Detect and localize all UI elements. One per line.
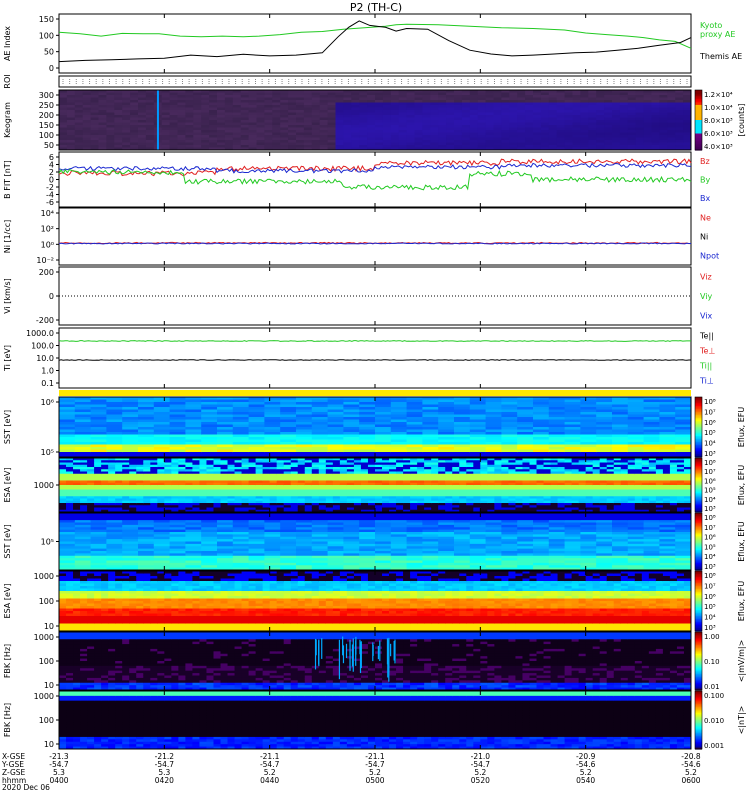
sst_i-colorbar-tick: 10⁸ — [704, 398, 716, 406]
keogram-spectrogram — [59, 90, 692, 151]
keogram-colorbar-tick: 1.2×10⁴ — [704, 91, 733, 99]
ae-ytick-label: 150 — [39, 15, 54, 24]
velocity-legend: Viy — [700, 292, 713, 301]
ae-legend-themis: Themis AE — [699, 52, 742, 61]
temperature-legend: Te⊥ — [699, 347, 715, 356]
sst_i-ytick-label: 10⁶ — [41, 398, 54, 407]
keogram-colorbar-tick: 1.0×10⁴ — [704, 104, 733, 112]
sst_i-colorbar-tick: 10³ — [704, 450, 716, 458]
temperature-ytick-label: 1000.0 — [26, 329, 54, 338]
temperature-ytick-label: 100.0 — [31, 342, 54, 351]
keogram-colorbar-tick: 8.0×10³ — [704, 117, 733, 125]
temperature-ylabel: Ti [eV] — [3, 345, 12, 372]
velocity-legend: Viz — [700, 273, 712, 282]
temperature-legend: Ti|| — [699, 362, 712, 371]
sst_i-colorbar-tick: 10⁴ — [704, 440, 716, 448]
sst_i-colorbar-tick: 10⁶ — [704, 419, 716, 427]
velocity-ylabel: Vi [km/s] — [3, 278, 12, 314]
sst_i-spectrogram — [59, 397, 692, 458]
density-frame — [58, 207, 692, 266]
density-ytick-label: 10² — [41, 225, 54, 234]
velocity-legend: Vix — [700, 311, 713, 320]
ae-ytick-label: 50 — [44, 48, 54, 57]
velocity-ytick-label: -200 — [36, 316, 54, 325]
ae-ylabel: AE Index — [3, 26, 12, 61]
bfield-legend: By — [700, 176, 710, 185]
plot-title: P2 (TH-C) — [350, 1, 402, 14]
keogram-colorbar-tick: 4.0×10³ — [704, 143, 733, 151]
keogram-ylabel: Keogram — [3, 102, 12, 138]
ae-legend-kyoto: Kyoto proxy AE — [700, 21, 735, 39]
sst_i-colorbar-tick: 10⁷ — [704, 408, 716, 416]
velocity-ytick-label: 200 — [39, 268, 54, 277]
ae-frame — [58, 13, 692, 74]
bfield-legend: Bz — [700, 157, 710, 166]
keogram-colorbar-tick: 6.0×10³ — [704, 130, 733, 138]
sst_i-colorbar-tick: 10⁵ — [704, 429, 716, 437]
density-legend: Npot — [700, 252, 719, 261]
ae-legend-kyoto-line: Kyoto — [700, 21, 722, 30]
temperature-ytick-label: 10.0 — [36, 354, 54, 363]
ae-series-line — [58, 23, 692, 49]
esa_i-spectrogram — [59, 458, 692, 513]
ae-ytick-label: 100 — [39, 31, 54, 40]
mode-bar — [59, 390, 691, 396]
keogram-ytick-label: 200 — [39, 111, 54, 120]
temperature-ytick-label: 0.1 — [41, 379, 54, 388]
temperature-ytick-label: 1.0 — [41, 367, 54, 376]
bfield-by-line — [58, 169, 692, 191]
keogram-ytick-label: 50 — [44, 141, 54, 150]
density-ylabel: Ni [1/cc] — [3, 220, 12, 254]
density-ytick-label: 10⁰ — [41, 240, 54, 249]
keogram-ytick-label: 100 — [39, 131, 54, 140]
temperature-te-line — [58, 359, 691, 361]
bfield-ytick-label: -6 — [46, 198, 54, 207]
keogram-ytick-label: 250 — [39, 101, 54, 110]
velocity-ytick-label: 0 — [49, 292, 54, 301]
roi-ylabel: ROI — [3, 74, 12, 88]
sst_i-colorbar-label: Eflux, EFU — [737, 407, 746, 448]
density-ytick-label: 10⁴ — [41, 209, 54, 218]
temperature-legend: Ti⊥ — [699, 377, 714, 386]
sst_i-ylabel: SST [eV] — [3, 410, 12, 444]
sst_i-ytick-label: 10⁵ — [41, 448, 54, 457]
density-ytick-label: 10⁻² — [36, 256, 54, 265]
density-legend: Ni — [700, 233, 708, 242]
themis-summary-plot: P2 (TH-C) AE Index150100500Kyoto proxy AE… — [1, 1, 746, 792]
bfield-legend: Bx — [700, 194, 710, 203]
bfield-ylabel: B FIT [nT] — [3, 160, 12, 199]
ae-legend-kyoto-line: proxy AE — [700, 30, 735, 39]
keogram-ytick-label: 300 — [39, 91, 54, 100]
keogram-ytick-label: 150 — [39, 121, 54, 130]
density-legend: Ne — [700, 214, 711, 223]
keogram-streak — [156, 90, 159, 150]
ae-ytick-label: 0 — [49, 64, 54, 73]
temperature-legend: Te|| — [699, 332, 714, 341]
keogram-colorbar-label: [counts] — [737, 104, 746, 137]
temperature-frame — [58, 327, 692, 389]
temperature-ti-line — [58, 340, 691, 342]
